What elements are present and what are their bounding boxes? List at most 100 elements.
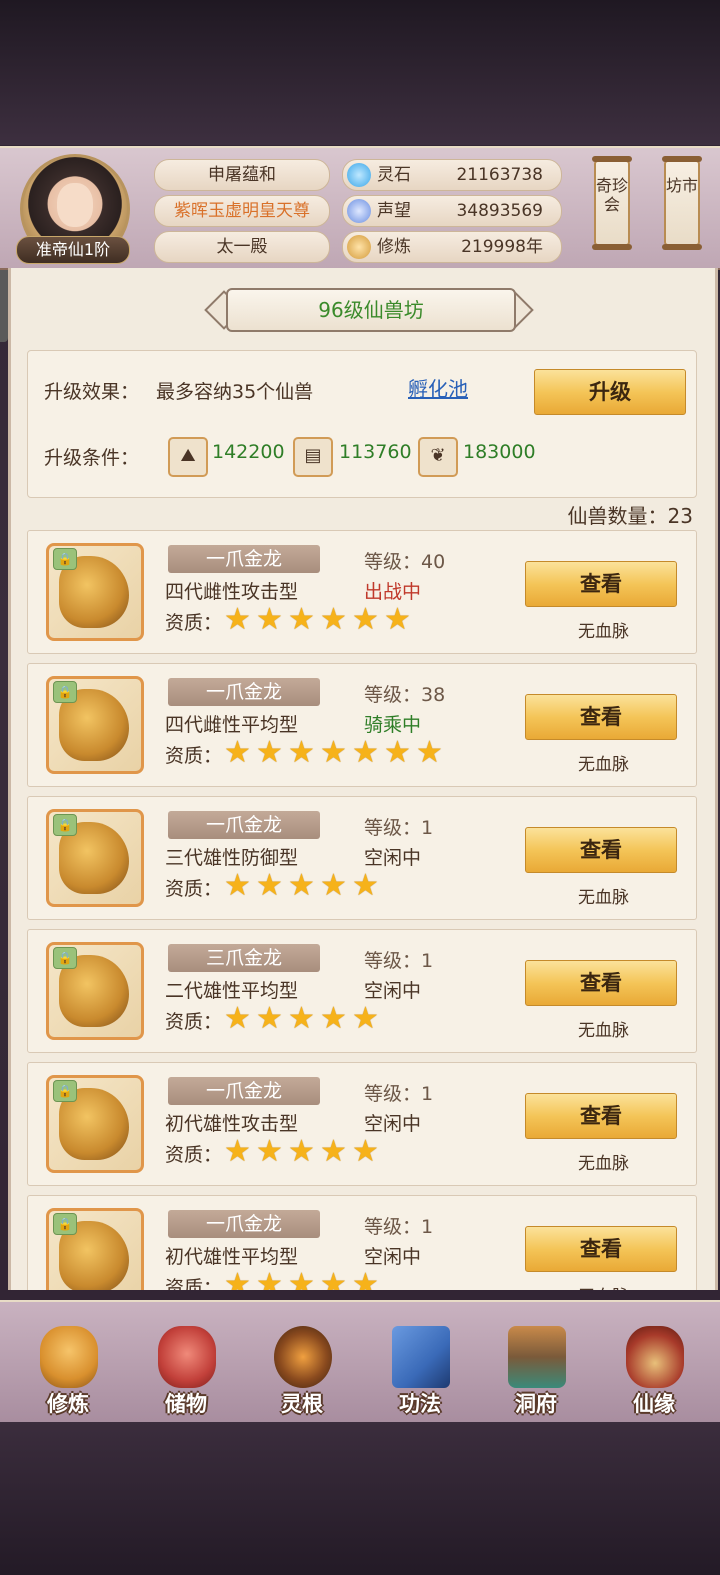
panel-title: 96级仙兽坊 xyxy=(226,288,516,332)
star-icon: ★ xyxy=(320,1001,347,1036)
beast-state: 空闲中 xyxy=(364,1113,422,1135)
star-icon: ★ xyxy=(288,868,315,903)
beast-type: 初代雄性平均型 xyxy=(165,1246,299,1268)
view-button[interactable]: 查看 xyxy=(525,694,677,740)
star-icon: ★ xyxy=(224,1267,251,1291)
nav-item-techniques[interactable]: 功法 xyxy=(370,1318,470,1418)
beast-name: 三爪金龙 xyxy=(168,944,320,972)
golden-dragon-portrait[interactable]: 🔒 xyxy=(46,543,144,641)
aptitude-label: 资质： xyxy=(165,745,223,767)
star-icon: ★ xyxy=(256,735,283,770)
star-icon: ★ xyxy=(288,735,315,770)
herb-icon: ❦ xyxy=(418,437,458,477)
golden-dragon-portrait[interactable]: 🔒 xyxy=(46,676,144,774)
star-icon: ★ xyxy=(256,1267,283,1291)
star-icon: ★ xyxy=(352,1134,379,1169)
top-backdrop xyxy=(0,0,720,145)
star-icon: ★ xyxy=(256,602,283,637)
nav-item-mansion[interactable]: 洞府 xyxy=(486,1318,586,1418)
aptitude-label: 资质： xyxy=(165,878,223,900)
panel-title-frame: 96级仙兽坊 xyxy=(204,288,534,332)
aptitude-stars: ★ ★ ★ ★ ★ xyxy=(224,1137,384,1169)
beast-card: 🔒 一爪金龙 等级：38 四代雌性平均型 骑乘中 资质： ★ ★ ★ ★ ★ ★ ★ 查看 … xyxy=(27,663,697,787)
star-icon: ★ xyxy=(352,1001,379,1036)
golden-dragon-portrait[interactable]: 🔒 xyxy=(46,809,144,907)
lock-icon: 🔒 xyxy=(53,814,77,836)
beast-count: 仙兽数量：23 xyxy=(567,504,693,528)
beast-type: 三代雄性防御型 xyxy=(165,847,299,869)
beast-state: 空闲中 xyxy=(364,1246,422,1268)
view-button[interactable]: 查看 xyxy=(525,1226,677,1272)
bloodline-text: 无血脉 xyxy=(578,1154,629,1174)
beast-level: 等级：38 xyxy=(364,684,446,706)
golden-dragon-portrait[interactable]: 🔒 xyxy=(46,1208,144,1290)
spirit-stone-icon xyxy=(347,163,371,187)
view-button[interactable]: 查看 xyxy=(525,827,677,873)
lock-icon: 🔒 xyxy=(53,1080,77,1102)
material-value-wood: 113760 xyxy=(339,441,412,463)
aptitude-stars: ★ ★ ★ ★ ★ xyxy=(224,871,384,903)
nav-item-spirit-root[interactable]: 灵根 xyxy=(252,1318,352,1418)
lock-icon: 🔒 xyxy=(53,1213,77,1235)
star-icon: ★ xyxy=(352,1267,379,1291)
aptitude-label: 资质： xyxy=(165,1011,223,1033)
beast-type: 二代雄性平均型 xyxy=(165,980,299,1002)
beast-state: 空闲中 xyxy=(364,980,422,1002)
star-icon: ★ xyxy=(384,735,411,770)
view-button[interactable]: 查看 xyxy=(525,1093,677,1139)
aptitude-label: 资质： xyxy=(165,1277,223,1290)
beast-name: 一爪金龙 xyxy=(168,678,320,706)
upgrade-cond-label: 升级条件： xyxy=(44,447,140,469)
star-icon: ★ xyxy=(288,1267,315,1291)
nav-item-storage[interactable]: 储物 xyxy=(136,1318,236,1418)
upgrade-box: 升级效果： 最多容纳35个仙兽 孵化池 升级 升级条件： ⛰ 142200 ▤ … xyxy=(27,350,697,498)
market-button[interactable]: 坊市 xyxy=(662,156,702,250)
beast-name: 一爪金龙 xyxy=(168,1077,320,1105)
golden-dragon-portrait[interactable]: 🔒 xyxy=(46,1075,144,1173)
beast-type: 初代雄性攻击型 xyxy=(165,1113,299,1135)
treasure-fair-button[interactable]: 奇珍会 xyxy=(592,156,632,250)
lock-icon: 🔒 xyxy=(53,947,77,969)
star-icon: ★ xyxy=(320,1134,347,1169)
star-icon: ★ xyxy=(288,1134,315,1169)
ore-icon: ⛰ xyxy=(168,437,208,477)
aptitude-stars: ★ ★ ★ ★ ★ ★ ★ xyxy=(224,738,448,770)
beast-name: 一爪金龙 xyxy=(168,545,320,573)
lock-icon: 🔒 xyxy=(53,681,77,703)
nav-item-fortune[interactable]: 仙缘 xyxy=(604,1318,704,1418)
star-icon: ★ xyxy=(224,602,251,637)
player-sect: 太一殿 xyxy=(154,231,330,263)
bottom-nav: 修炼 储物 灵根 功法 洞府 仙缘 xyxy=(0,1300,720,1426)
beast-level: 等级：1 xyxy=(364,817,434,839)
material-value-ore: 142200 xyxy=(212,441,285,463)
star-icon: ★ xyxy=(416,735,443,770)
aptitude-stars: ★ ★ ★ ★ ★ xyxy=(224,1267,384,1291)
beast-card: 🔒 一爪金龙 等级：1 初代雄性平均型 空闲中 资质： ★★★★★ 查看 无血脉 xyxy=(27,1195,697,1290)
gourd-icon xyxy=(626,1326,684,1388)
aptitude-label: 资质： xyxy=(165,612,223,634)
beast-level: 等级：1 xyxy=(364,950,434,972)
view-button[interactable]: 查看 xyxy=(525,561,677,607)
star-icon: ★ xyxy=(320,602,347,637)
star-icon: ★ xyxy=(352,735,379,770)
star-icon: ★ xyxy=(320,1267,347,1291)
star-icon: ★ xyxy=(224,1001,251,1036)
bloodline-text: 无血脉 xyxy=(578,1021,629,1041)
star-icon: ★ xyxy=(224,868,251,903)
beast-card: 🔒 三爪金龙 等级：1 二代雄性平均型 空闲中 资质： ★ ★ ★ ★ ★ 查看 无血脉 xyxy=(27,929,697,1053)
resource-cultivation: 修炼 219998年 xyxy=(342,231,562,263)
upgrade-button[interactable]: 升级 xyxy=(534,369,686,415)
bloodline-text: 无血脉 xyxy=(578,888,629,908)
star-icon: ★ xyxy=(352,868,379,903)
star-icon: ★ xyxy=(320,735,347,770)
beast-card: 🔒 一爪金龙 等级：1 初代雄性攻击型 空闲中 资质： ★ ★ ★ ★ ★ 查看 无血脉 xyxy=(27,1062,697,1186)
nav-item-cultivate[interactable]: 修炼 xyxy=(18,1318,118,1418)
golden-dragon-portrait[interactable]: 🔒 xyxy=(46,942,144,1040)
player-title: 紫晖玉虚明皇天尊 xyxy=(154,195,330,227)
storage-bag-icon xyxy=(158,1326,216,1388)
beast-type: 四代雌性平均型 xyxy=(165,714,299,736)
bottom-backdrop xyxy=(0,1422,720,1575)
view-button[interactable]: 查看 xyxy=(525,960,677,1006)
star-icon: ★ xyxy=(256,868,283,903)
hatch-pool-link[interactable]: 孵化池 xyxy=(408,373,468,402)
